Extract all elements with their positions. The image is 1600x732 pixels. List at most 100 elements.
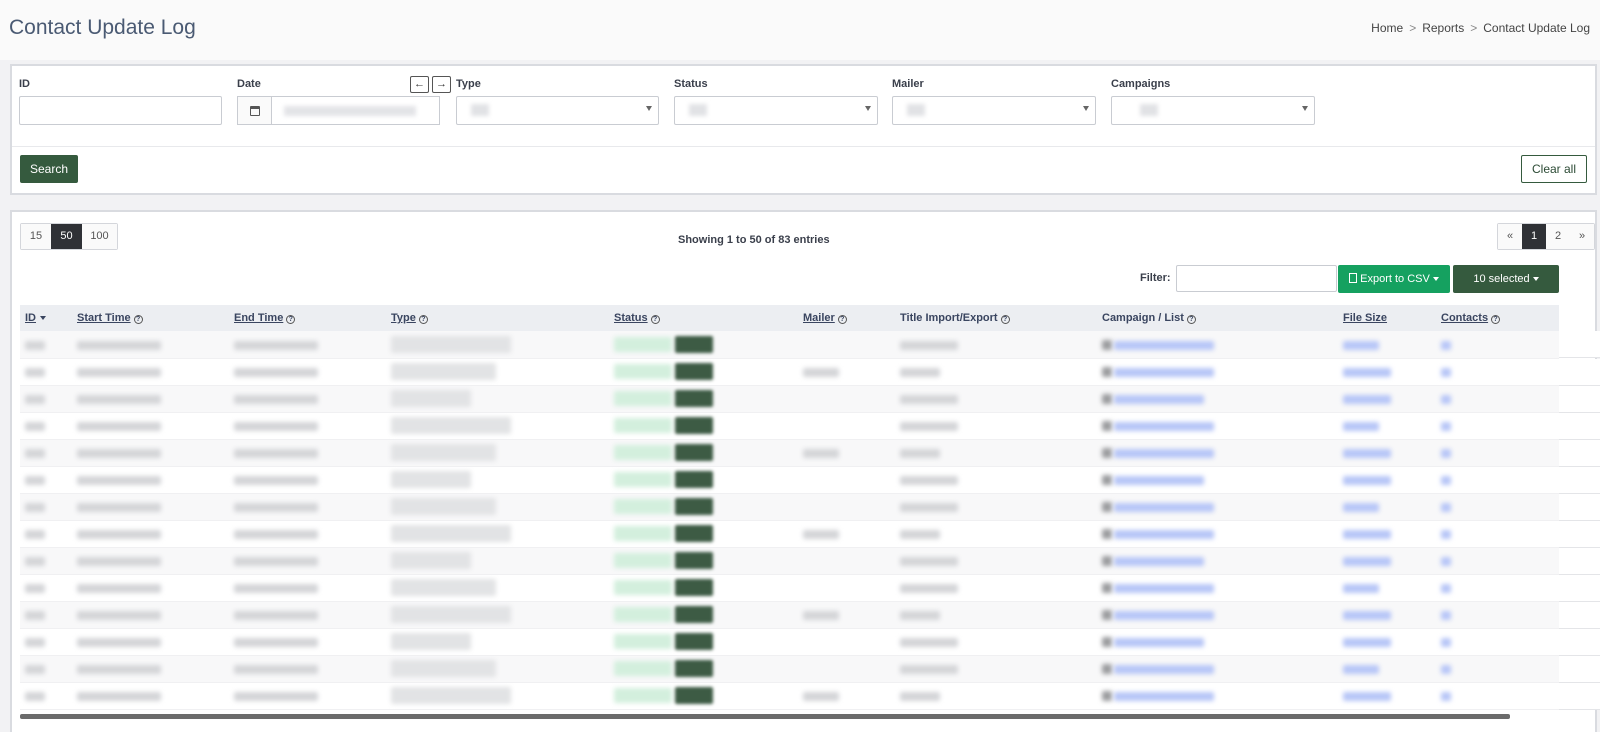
help-icon: ? (837, 315, 847, 324)
table-cell (1436, 547, 1600, 575)
type-label: Type (456, 78, 481, 90)
table-row[interactable] (20, 628, 1600, 656)
arrow-right-icon[interactable]: → (432, 76, 451, 93)
export-csv-button[interactable]: Export to CSV (1338, 265, 1450, 293)
table-cell (229, 574, 386, 601)
table-cell (1097, 655, 1338, 682)
caret-down-icon (646, 106, 652, 111)
table-cell (1338, 655, 1436, 682)
col-end-time[interactable]: End Time? (229, 305, 386, 331)
table-row[interactable] (20, 493, 1600, 521)
table-row[interactable] (20, 601, 1600, 629)
table-cell (1097, 331, 1338, 358)
page-title: Contact Update Log (9, 16, 196, 39)
help-icon: ? (1186, 315, 1196, 324)
table-cell (72, 628, 229, 655)
table-row[interactable] (20, 547, 1600, 575)
table-cell (798, 358, 895, 385)
table-row[interactable] (20, 574, 1600, 602)
mailer-label: Mailer (892, 78, 924, 90)
table-cell (1338, 682, 1436, 709)
page-size-100[interactable]: 100 (82, 224, 117, 249)
table-cell (1436, 628, 1600, 656)
table-cell (20, 682, 72, 709)
campaigns-filter: Campaigns (1111, 78, 1315, 125)
help-icon: ? (650, 315, 660, 324)
mailer-select[interactable] (892, 96, 1096, 125)
table-row[interactable] (20, 331, 1600, 358)
table-cell (1436, 574, 1600, 602)
table-cell (1097, 574, 1338, 601)
id-filter: ID (19, 78, 222, 125)
arrow-left-icon[interactable]: ← (410, 76, 429, 93)
table-cell (386, 574, 609, 601)
search-button[interactable]: Search (20, 155, 78, 183)
table-cell (1097, 466, 1338, 493)
table-cell (20, 601, 72, 628)
table-cell (72, 547, 229, 574)
col-mailer[interactable]: Mailer? (798, 305, 895, 331)
table-cell (895, 682, 1097, 709)
table-cell (1436, 385, 1600, 413)
table-cell (1097, 628, 1338, 655)
col-start-time[interactable]: Start Time? (72, 305, 229, 331)
breadcrumb-home[interactable]: Home (1371, 21, 1403, 35)
table-cell (1097, 601, 1338, 628)
table-cell (798, 655, 895, 682)
table-cell (798, 412, 895, 439)
table-cell (798, 493, 895, 520)
columns-selected-button[interactable]: 10 selected (1453, 265, 1559, 293)
table-cell (20, 412, 72, 439)
table-row[interactable] (20, 520, 1600, 548)
status-select[interactable] (674, 96, 878, 125)
table-cell (609, 466, 798, 493)
table-cell (1436, 466, 1600, 494)
table-cell (895, 466, 1097, 493)
table-cell (1436, 601, 1600, 629)
col-contacts[interactable]: Contacts? (1436, 305, 1559, 331)
table-cell (1338, 574, 1436, 601)
clear-all-button[interactable]: Clear all (1521, 155, 1587, 183)
export-csv-label: Export to CSV (1360, 273, 1430, 285)
table-cell (895, 385, 1097, 412)
filter-input[interactable] (1176, 265, 1337, 292)
page-size-15[interactable]: 15 (21, 224, 51, 249)
horizontal-scrollbar[interactable] (20, 714, 1510, 719)
pager-next[interactable]: » (1570, 224, 1594, 249)
type-select[interactable] (456, 96, 659, 125)
col-type[interactable]: Type? (386, 305, 609, 331)
table-cell (895, 331, 1097, 358)
table-row[interactable] (20, 412, 1600, 440)
top-bar: Contact Update Log Home > Reports > Cont… (0, 0, 1600, 60)
table-cell (1436, 358, 1600, 386)
col-id[interactable]: ID (20, 305, 72, 331)
table-cell (1097, 358, 1338, 385)
breadcrumb: Home > Reports > Contact Update Log (1371, 21, 1590, 35)
table-cell (1338, 385, 1436, 412)
col-status[interactable]: Status? (609, 305, 798, 331)
table-cell (798, 628, 895, 655)
table-row[interactable] (20, 655, 1600, 683)
pager-page-2[interactable]: 2 (1546, 224, 1570, 249)
table-row[interactable] (20, 439, 1600, 467)
table-cell (386, 358, 609, 385)
campaigns-select[interactable] (1111, 96, 1315, 125)
id-input[interactable] (19, 96, 222, 125)
table-panel: 15 50 100 Showing 1 to 50 of 83 entries … (10, 210, 1600, 732)
table-cell (1097, 493, 1338, 520)
table-cell (386, 520, 609, 547)
date-range-input[interactable] (271, 96, 440, 125)
table-row[interactable] (20, 466, 1600, 494)
table-row[interactable] (20, 385, 1600, 413)
pager-page-1[interactable]: 1 (1522, 224, 1546, 249)
table-cell (386, 331, 609, 358)
calendar-button[interactable] (237, 96, 271, 125)
pager-prev[interactable]: « (1498, 224, 1522, 249)
table-row[interactable] (20, 682, 1600, 710)
table-row[interactable] (20, 358, 1600, 386)
table-cell (798, 601, 895, 628)
table-cell (229, 655, 386, 682)
breadcrumb-reports[interactable]: Reports (1422, 21, 1464, 35)
col-file-size[interactable]: File Size (1338, 305, 1436, 331)
page-size-50[interactable]: 50 (51, 224, 82, 249)
